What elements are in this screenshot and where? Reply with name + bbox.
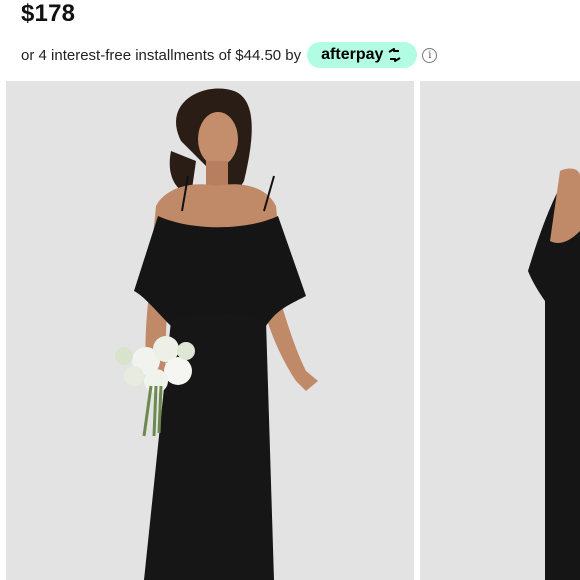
- product-header: $178 or 4 interest-free installments of …: [0, 0, 580, 81]
- installments-text: or 4 interest-free installments of $44.5…: [21, 46, 302, 64]
- main-product-photo[interactable]: [6, 81, 414, 580]
- afterpay-label: afterpay: [321, 46, 384, 63]
- afterpay-badge[interactable]: afterpay: [307, 42, 418, 68]
- product-image-gallery[interactable]: [0, 81, 580, 580]
- info-icon[interactable]: i: [422, 47, 438, 63]
- afterpay-arrows-icon: [386, 48, 403, 62]
- product-price: $178: [21, 0, 76, 27]
- installments-row: or 4 interest-free installments of $44.5…: [21, 42, 438, 68]
- next-product-photo[interactable]: [420, 81, 580, 580]
